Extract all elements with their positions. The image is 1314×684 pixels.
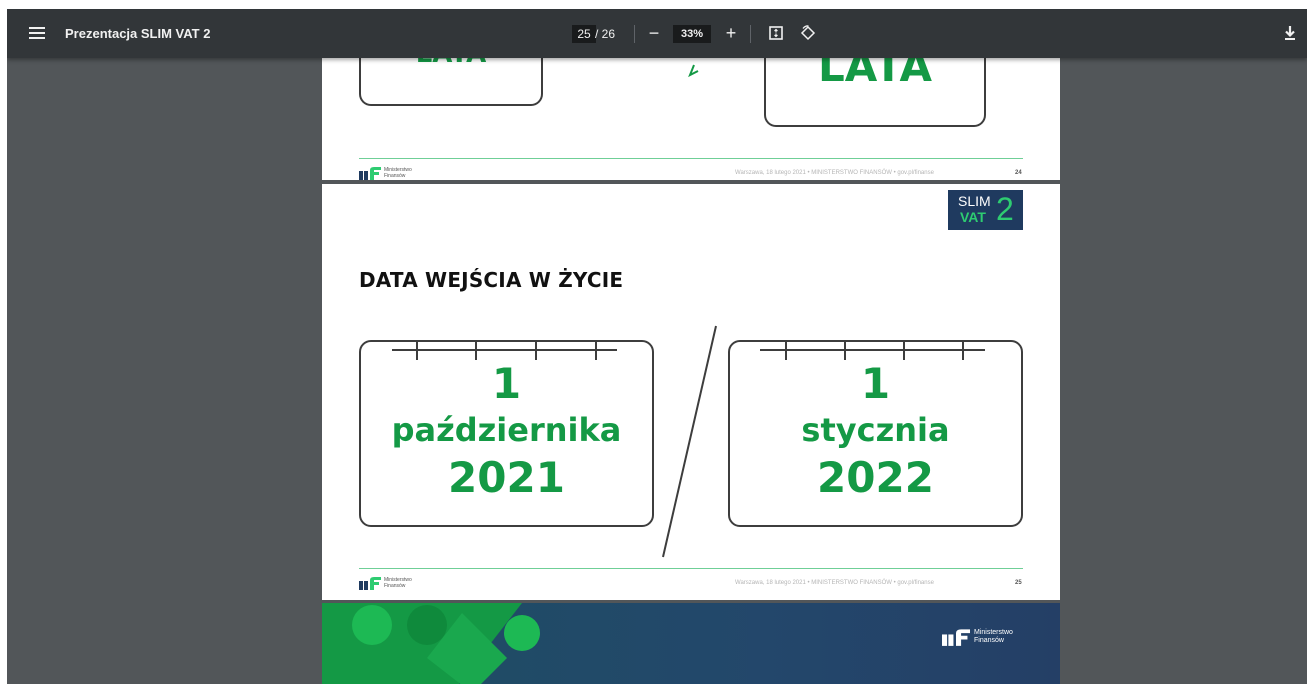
pdf-page-25: SLIM VAT 2 DATA WEJŚCIA W ŻYCIE 1 paździ… [322, 184, 1060, 600]
zoom-in-button[interactable]: + [720, 22, 742, 44]
zoom-input[interactable]: 33% [673, 25, 711, 43]
zoom-in-icon: + [725, 23, 737, 43]
right-day: 1 [860, 359, 891, 408]
mf-logo-icon [359, 577, 381, 590]
footer-text: Warszawa, 18 lutego 2021 • MINISTERSTWO … [735, 580, 934, 586]
download-button[interactable] [1280, 23, 1300, 43]
badge-vat: VAT [960, 209, 986, 225]
footer-text: Warszawa, 18 lutego 2021 • MINISTERSTWO … [735, 170, 934, 176]
zoom-out-button[interactable]: − [643, 22, 665, 44]
page-total: / 26 [595, 27, 616, 41]
right-year: 2022 [817, 453, 934, 502]
fit-page-icon [769, 26, 783, 40]
fit-page-button[interactable] [765, 22, 787, 44]
calendar-rule-left [392, 349, 617, 351]
slim-vat-badge: SLIM VAT 2 [948, 190, 1023, 230]
ministry-logo: Ministerstwo Finansów [359, 166, 412, 180]
slash-divider [662, 325, 717, 558]
download-icon [1285, 26, 1295, 40]
slide-heading: DATA WEJŚCIA W ŻYCIE [359, 268, 624, 292]
badge-digit: 2 [996, 191, 1014, 227]
calendar-ring [903, 340, 905, 360]
pdf-page-26: Ministerstwo Finansów [322, 603, 1060, 684]
calendar-ring [535, 340, 537, 360]
calendar-ring [475, 340, 477, 360]
puzzle-graphic [322, 603, 540, 684]
rotate-button[interactable] [797, 22, 819, 44]
logo-text: Ministerstwo Finansów [384, 577, 412, 589]
ministry-logo: Ministerstwo Finansów [359, 576, 412, 595]
rotate-icon [800, 25, 816, 41]
calendar-ring [595, 340, 597, 360]
pdf-viewer: Prezentacja SLIM VAT 2 25 / 26 − 33% + L… [7, 9, 1307, 684]
calendar-ring [785, 340, 787, 360]
left-day: 1 [491, 359, 522, 408]
calendar-left: 1 października 2021 [359, 340, 654, 527]
calendar-ring [416, 340, 418, 360]
calendar-rule-right [760, 349, 985, 351]
right-month: stycznia [801, 411, 950, 449]
calendar-ring [844, 340, 846, 360]
mf-logo-icon [359, 167, 381, 180]
page-number-label: 24 [1015, 170, 1022, 176]
logo-text: Ministerstwo Finansów [974, 629, 1013, 644]
footer-divider [359, 158, 1023, 159]
menu-icon[interactable] [27, 23, 47, 43]
footer-divider [359, 568, 1023, 569]
logo-text: Ministerstwo Finansów [384, 167, 412, 179]
calendar-ring [962, 340, 964, 360]
calendar-right: 1 stycznia 2022 [728, 340, 1023, 527]
document-title: Prezentacja SLIM VAT 2 [65, 26, 211, 41]
viewer-toolbar: Prezentacja SLIM VAT 2 25 / 26 − 33% + [7, 9, 1307, 58]
ministry-logo: Ministerstwo Finansów [942, 628, 1013, 651]
toolbar-divider [750, 25, 751, 43]
toolbar-divider [634, 25, 635, 43]
badge-slim: SLIM [958, 193, 991, 209]
mf-logo-icon [942, 629, 970, 646]
left-month: października [391, 411, 622, 449]
page-number-label: 25 [1015, 580, 1022, 586]
left-year: 2021 [448, 453, 565, 502]
page-number-input[interactable]: 25 [572, 25, 596, 43]
zoom-out-icon: − [648, 23, 660, 43]
